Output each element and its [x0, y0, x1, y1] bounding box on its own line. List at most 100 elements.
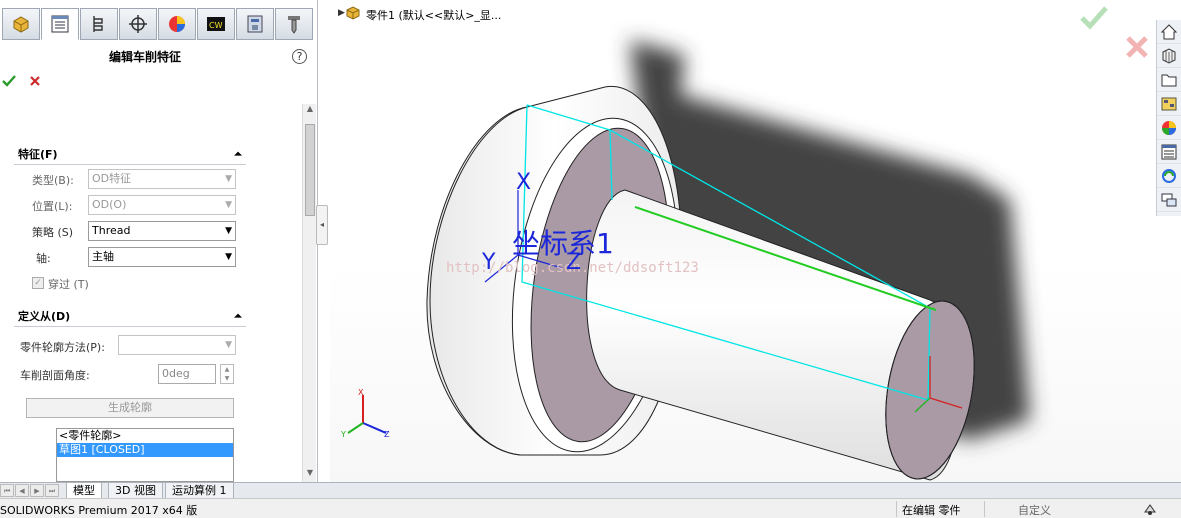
home-icon: [1160, 23, 1178, 39]
status-help-icon[interactable]: [1142, 501, 1158, 517]
display-manager-icon: [169, 16, 185, 32]
scroll-down-icon[interactable]: ▼: [303, 468, 317, 480]
dropdown-arrow-icon: ▼: [225, 226, 232, 236]
define-from-group-header[interactable]: 定义从(D) ⏶: [14, 309, 246, 327]
taskpane-custom-properties[interactable]: [1157, 140, 1181, 164]
panel-collapse-handle[interactable]: ◂: [316, 205, 328, 245]
angle-spinner[interactable]: ▲ ▼: [220, 364, 234, 384]
status-editing-mode: 在编辑 零件: [902, 504, 961, 517]
ok-check-icon[interactable]: [2, 74, 16, 88]
tab-display-manager[interactable]: [158, 8, 196, 40]
strategy-select[interactable]: Thread ▼: [88, 221, 236, 241]
cam-tool-icon: [288, 16, 300, 34]
part-model-render: [347, 40, 1030, 481]
tab-configuration-manager[interactable]: [80, 8, 118, 40]
status-bar: SOLIDWORKS Premium 2017 x64 版 在编辑 零件 自定义: [0, 498, 1181, 518]
custom-properties-icon: [1161, 144, 1177, 159]
cam-operation-icon: [247, 15, 263, 33]
part-manager-icon: [13, 16, 29, 33]
feature-group-title: 特征(F): [18, 148, 58, 161]
tab-dimxpert[interactable]: [119, 8, 157, 40]
chat-icon: [1161, 193, 1177, 206]
position-label: 位置(L):: [32, 200, 73, 213]
feature-tree-part-label[interactable]: 零件1 (默认<<默认>_显...: [366, 7, 501, 23]
last-tab-icon[interactable]: ⏭: [45, 484, 59, 497]
taskpane-design-library[interactable]: [1157, 44, 1181, 68]
property-manager-icon: [51, 15, 69, 33]
scroll-thumb[interactable]: [305, 124, 315, 216]
feature-group-header[interactable]: 特征(F) ⏶: [14, 147, 246, 165]
part-icon: [346, 6, 360, 20]
view-triad: [347, 395, 387, 434]
dropdown-arrow-icon: ▼: [225, 174, 232, 184]
tab-property-manager[interactable]: [41, 8, 79, 40]
type-select-value: OD特征: [92, 172, 132, 185]
section-angle-input[interactable]: 0deg: [158, 364, 216, 384]
confirm-ok-icon[interactable]: [1078, 4, 1110, 32]
profile-listbox[interactable]: <零件轮廓> 草图1 [CLOSED]: [56, 428, 234, 482]
type-label: 类型(B):: [32, 174, 74, 187]
taskpane-appearances[interactable]: [1157, 116, 1181, 140]
dimxpert-icon: [129, 15, 147, 33]
design-library-icon: [1162, 47, 1176, 64]
configuration-manager-icon: [93, 16, 103, 32]
profile-list-item-selected[interactable]: 草图1 [CLOSED]: [57, 443, 233, 457]
dropdown-arrow-icon: ▼: [225, 340, 232, 350]
axis-select-value: 主轴: [92, 250, 114, 263]
svg-text:CW: CW: [209, 21, 223, 30]
profile-list-item[interactable]: <零件轮廓>: [57, 429, 233, 443]
confirm-cancel-icon[interactable]: [1124, 34, 1150, 60]
profile-method-label: 零件轮廓方法(P):: [20, 341, 105, 354]
taskpane-forum[interactable]: [1157, 164, 1181, 188]
coord-axis-x-label: X: [516, 170, 532, 195]
tab-part-manager[interactable]: [2, 8, 40, 40]
next-tab-icon[interactable]: ▶: [30, 484, 44, 497]
status-separator: [896, 501, 897, 517]
first-tab-icon[interactable]: ⏮: [0, 484, 14, 497]
taskpane-view-palette[interactable]: [1157, 92, 1181, 116]
file-explorer-icon: [1161, 74, 1177, 86]
section-angle-label: 车削剖面角度:: [20, 369, 90, 382]
cam-icon: CW: [207, 17, 225, 31]
solidworks-forum-icon: [1162, 168, 1176, 183]
tab-cam[interactable]: CW: [197, 8, 235, 40]
generate-profile-button[interactable]: 生成轮廓: [26, 398, 234, 418]
axis-label: 轴:: [36, 252, 51, 265]
help-icon[interactable]: ?: [292, 49, 307, 64]
triad-z-label: Z: [384, 430, 390, 439]
position-select[interactable]: OD(O) ▼: [88, 195, 236, 215]
panel-scrollbar[interactable]: ▲ ▼: [302, 104, 316, 482]
triad-y-label: Y: [341, 430, 346, 439]
triad-x-label: X: [358, 388, 364, 397]
taskpane-chat[interactable]: [1157, 188, 1181, 212]
strategy-select-value: Thread: [92, 224, 131, 237]
taskpane-file-explorer[interactable]: [1157, 68, 1181, 92]
task-pane: [1156, 20, 1181, 216]
manager-tab-strip: CW: [0, 8, 316, 42]
tab-cam-operation[interactable]: [236, 8, 274, 40]
axis-select[interactable]: 主轴 ▼: [88, 247, 236, 267]
tab-model[interactable]: 模型: [66, 483, 102, 499]
through-checkbox[interactable]: ✓: [32, 277, 44, 289]
position-select-value: OD(O): [92, 198, 127, 211]
cancel-x-icon[interactable]: [28, 74, 42, 88]
graphics-area[interactable]: http://blog.csdn.net/ddsoft123: [330, 0, 1181, 482]
status-separator: [984, 501, 985, 517]
tab-cam-tool[interactable]: [275, 8, 313, 40]
type-select[interactable]: OD特征 ▼: [88, 169, 236, 189]
bottom-tab-bar: ⏮ ◀ ▶ ⏭ 模型 3D 视图 运动算例 1: [0, 482, 1181, 499]
scroll-up-icon[interactable]: ▲: [303, 104, 317, 116]
tab-motion-study[interactable]: 运动算例 1: [165, 483, 234, 499]
collapse-chevron-icon[interactable]: ⏶: [234, 147, 242, 163]
status-product-name: SOLIDWORKS Premium 2017 x64 版: [0, 504, 198, 517]
collapse-chevron-icon[interactable]: ⏶: [234, 309, 242, 325]
appearances-icon: [1162, 120, 1176, 135]
coordinate-system-label: 坐标系1: [512, 227, 614, 260]
tab-3d-view[interactable]: 3D 视图: [108, 483, 163, 499]
prev-tab-icon[interactable]: ◀: [15, 484, 29, 497]
taskpane-home[interactable]: [1157, 20, 1181, 44]
property-manager-panel: CW 编辑车削特征 ? 特征(F) ⏶ 类型(B): OD特征 ▼ 位置(L):…: [0, 0, 318, 482]
view-palette-icon: [1161, 97, 1177, 110]
status-units-custom[interactable]: 自定义: [1018, 502, 1051, 518]
profile-method-select[interactable]: ▼: [118, 335, 236, 355]
